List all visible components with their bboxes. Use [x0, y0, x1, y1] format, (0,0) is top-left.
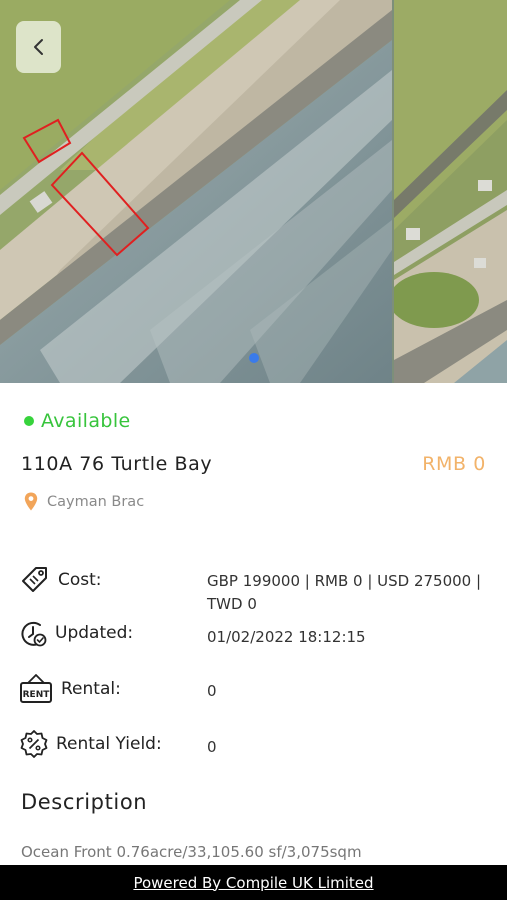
updated-label: Updated:	[55, 623, 134, 643]
status-label: Available	[41, 410, 131, 432]
cost-label: Cost:	[58, 570, 102, 590]
image-gallery[interactable]	[0, 0, 507, 383]
back-button[interactable]	[16, 21, 61, 73]
percent-badge-icon	[20, 730, 48, 758]
rental-label: Rental:	[61, 679, 121, 699]
cost-value-line2: TWD 0	[207, 595, 257, 613]
rental-yield-label: Rental Yield:	[56, 734, 162, 754]
carousel-indicator[interactable]	[249, 353, 259, 363]
next-property-photo[interactable]	[394, 0, 507, 383]
updated-value: 01/02/2022 18:12:15	[207, 628, 366, 646]
chevron-left-icon	[33, 39, 43, 55]
cost-value-line1: GBP 199000 | RMB 0 | USD 275000 |	[207, 572, 482, 590]
description-text: Ocean Front 0.76acre/33,105.60 sf/3,075s…	[21, 843, 362, 861]
rent-sign-icon: RENT	[20, 674, 52, 703]
powered-by-link[interactable]: Powered By Compile UK Limited	[133, 874, 373, 892]
property-location: Cayman Brac	[24, 492, 144, 511]
map-pin-icon	[24, 492, 38, 511]
rental-value: 0	[207, 682, 217, 700]
rental-yield-value: 0	[207, 738, 217, 756]
svg-text:RENT: RENT	[23, 690, 51, 700]
price-tag-icon	[22, 567, 47, 592]
status-dot-icon	[24, 416, 34, 426]
availability-status: Available	[24, 410, 131, 432]
aerial-photo-next-image	[394, 0, 507, 383]
location-label: Cayman Brac	[47, 493, 145, 510]
footer-bar: Powered By Compile UK Limited	[0, 865, 507, 900]
clock-check-icon	[21, 621, 47, 647]
property-price: RMB 0	[422, 453, 486, 475]
description-heading: Description	[21, 790, 148, 814]
property-title: 110A 76 Turtle Bay	[21, 453, 213, 475]
cost-value: GBP 199000 | RMB 0 | USD 275000 | TWD 0	[207, 570, 481, 616]
